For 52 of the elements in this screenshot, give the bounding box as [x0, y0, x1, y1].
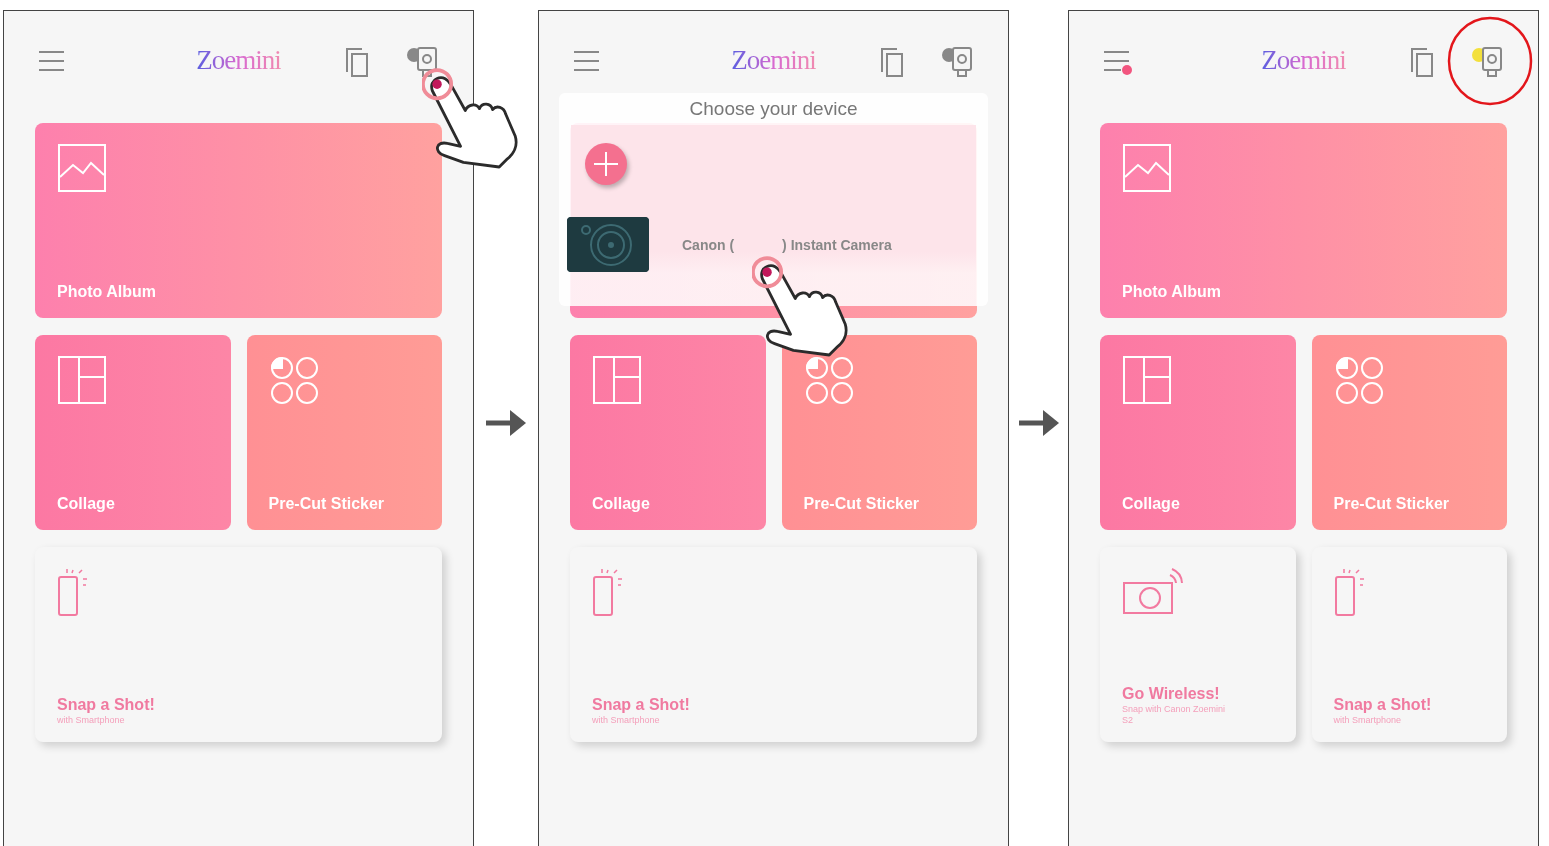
camera-device-icon[interactable]	[1471, 46, 1505, 78]
copy-pages-icon[interactable]	[344, 46, 370, 78]
collage-layout-icon	[57, 355, 107, 405]
picture-frame-icon	[57, 143, 107, 193]
arrow-icon	[1016, 408, 1061, 438]
tile-title: Collage	[1122, 494, 1181, 514]
tile-title: Snap a Shot!	[57, 695, 156, 715]
tile-subtitle: with Smartphone	[1333, 715, 1403, 726]
sticker-tile[interactable]: Pre-Cut Sticker	[246, 335, 442, 530]
menu-icon[interactable]	[1103, 49, 1133, 75]
camera-device-icon[interactable]	[406, 46, 440, 78]
collage-tile[interactable]: Collage	[570, 335, 766, 530]
sticker-circles-icon	[1333, 355, 1386, 407]
sticker-tile[interactable]: Pre-Cut Sticker	[1311, 335, 1507, 530]
phone-tile[interactable]: Snap a Shot! with Smartphone	[1311, 547, 1507, 742]
collage-tile[interactable]: Collage	[35, 335, 231, 530]
phone-tile[interactable]: Snap a Shot! with Smartphone	[570, 547, 977, 742]
popup-title: Choose your device	[689, 97, 858, 121]
phone-tile[interactable]: Snap a Shot! with Smartphone	[35, 547, 442, 742]
tile-subtitle: with Smartphone	[57, 715, 126, 726]
tile-title: Collage	[592, 494, 651, 514]
copy-pages-icon[interactable]	[1409, 46, 1435, 78]
add-device-button[interactable]	[585, 143, 627, 185]
plus-icon	[593, 151, 619, 177]
tile-subtitle: Snap with Canon Zoemini S2	[1122, 704, 1227, 726]
device-name[interactable]: Canon (	[682, 236, 735, 253]
tile-title: Go Wireless!	[1122, 684, 1221, 704]
sticker-circles-icon	[268, 355, 321, 407]
picture-frame-icon	[1122, 143, 1172, 193]
camera-thumbnail-icon[interactable]	[567, 217, 649, 272]
collage-tile[interactable]: Collage	[1100, 335, 1296, 530]
sticker-circles-icon	[803, 355, 856, 407]
photo-tile[interactable]: Photo Album	[35, 123, 442, 318]
arrow-icon	[484, 408, 528, 438]
tile-subtitle: with Smartphone	[592, 715, 661, 726]
tile-title: Photo Album	[57, 282, 157, 302]
camera-tile[interactable]: Go Wireless! Snap with Canon Zoemini S2	[1100, 547, 1296, 742]
wireless-camera-icon	[1122, 567, 1186, 617]
collage-layout-icon	[1122, 355, 1172, 405]
tile-title: Snap a Shot!	[592, 695, 691, 715]
sticker-tile[interactable]: Pre-Cut Sticker	[781, 335, 977, 530]
camera-device-icon[interactable]	[941, 46, 975, 78]
tile-title: Snap a Shot!	[1333, 695, 1433, 715]
collage-layout-icon	[592, 355, 642, 405]
tile-title: Pre-Cut Sticker	[268, 494, 386, 514]
photo-tile[interactable]: Photo Album	[1100, 123, 1507, 318]
copy-pages-icon[interactable]	[879, 46, 905, 78]
tile-title: Photo Album	[1122, 282, 1222, 302]
device-name[interactable]: ) Instant Camera	[782, 236, 892, 253]
tile-title: Pre-Cut Sticker	[803, 494, 921, 514]
tile-title: Collage	[57, 494, 116, 514]
tile-title: Pre-Cut Sticker	[1333, 494, 1451, 514]
